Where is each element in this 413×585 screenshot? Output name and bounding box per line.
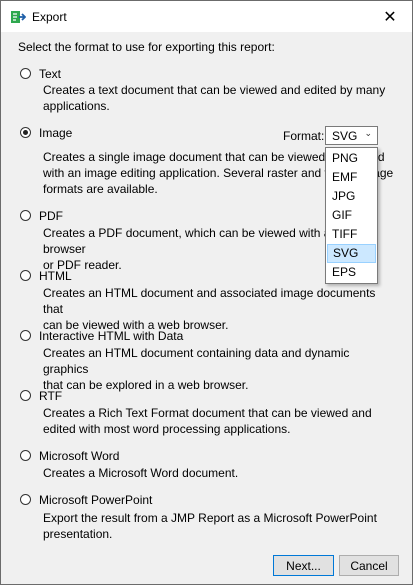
window-title: Export — [32, 10, 67, 24]
format-option-eps[interactable]: EPS — [327, 263, 376, 282]
format-option-png[interactable]: PNG — [327, 149, 376, 168]
radio-html[interactable] — [20, 270, 31, 281]
radio-text[interactable] — [20, 68, 31, 79]
format-selected-value: SVG — [332, 129, 358, 143]
option-pdf-label: PDF — [39, 209, 63, 223]
option-html-label: HTML — [39, 269, 72, 283]
radio-word[interactable] — [20, 450, 31, 461]
option-text-label: Text — [39, 67, 62, 81]
export-dialog: Export ✕ Select the format to use for ex… — [0, 0, 413, 585]
format-select[interactable]: SVG ⌄ — [325, 126, 378, 145]
option-powerpoint-label: Microsoft PowerPoint — [39, 493, 153, 507]
radio-powerpoint[interactable] — [20, 494, 31, 505]
radio-image[interactable] — [20, 127, 31, 138]
format-option-emf[interactable]: EMF — [327, 168, 376, 187]
option-rtf-description: Creates a Rich Text Format document that… — [43, 406, 372, 436]
close-button[interactable]: ✕ — [368, 1, 412, 32]
option-interactive-html-description: Creates an HTML document containing data… — [43, 346, 350, 392]
option-image-label: Image — [39, 126, 73, 140]
chevron-down-icon: ⌄ — [364, 128, 372, 138]
option-interactive-html-label: Interactive HTML with Data — [39, 329, 184, 343]
format-option-gif[interactable]: GIF — [327, 206, 376, 225]
next-button[interactable]: Next... — [273, 555, 334, 576]
option-html-description: Creates an HTML document and associated … — [43, 286, 376, 332]
option-rtf-label: RTF — [39, 389, 63, 403]
export-app-icon — [11, 11, 26, 23]
radio-pdf[interactable] — [20, 210, 31, 221]
format-label: Format: — [283, 129, 325, 143]
radio-rtf[interactable] — [20, 390, 31, 401]
title-bar: Export ✕ — [1, 1, 412, 32]
option-text-description: Creates a text document that can be view… — [43, 83, 386, 113]
format-option-svg[interactable]: SVG — [327, 244, 376, 263]
instruction-text: Select the format to use for exporting t… — [18, 40, 275, 54]
format-option-jpg[interactable]: JPG — [327, 187, 376, 206]
option-word-description: Creates a Microsoft Word document. — [43, 466, 239, 480]
option-word-label: Microsoft Word — [39, 449, 120, 463]
radio-interactive-html[interactable] — [20, 330, 31, 341]
format-option-tiff[interactable]: TIFF — [327, 225, 376, 244]
close-icon: ✕ — [383, 8, 397, 26]
format-dropdown-list: PNG EMF JPG GIF TIFF SVG EPS — [325, 147, 378, 284]
option-powerpoint-description: Export the result from a JMP Report as a… — [43, 511, 377, 541]
cancel-button[interactable]: Cancel — [339, 555, 399, 576]
